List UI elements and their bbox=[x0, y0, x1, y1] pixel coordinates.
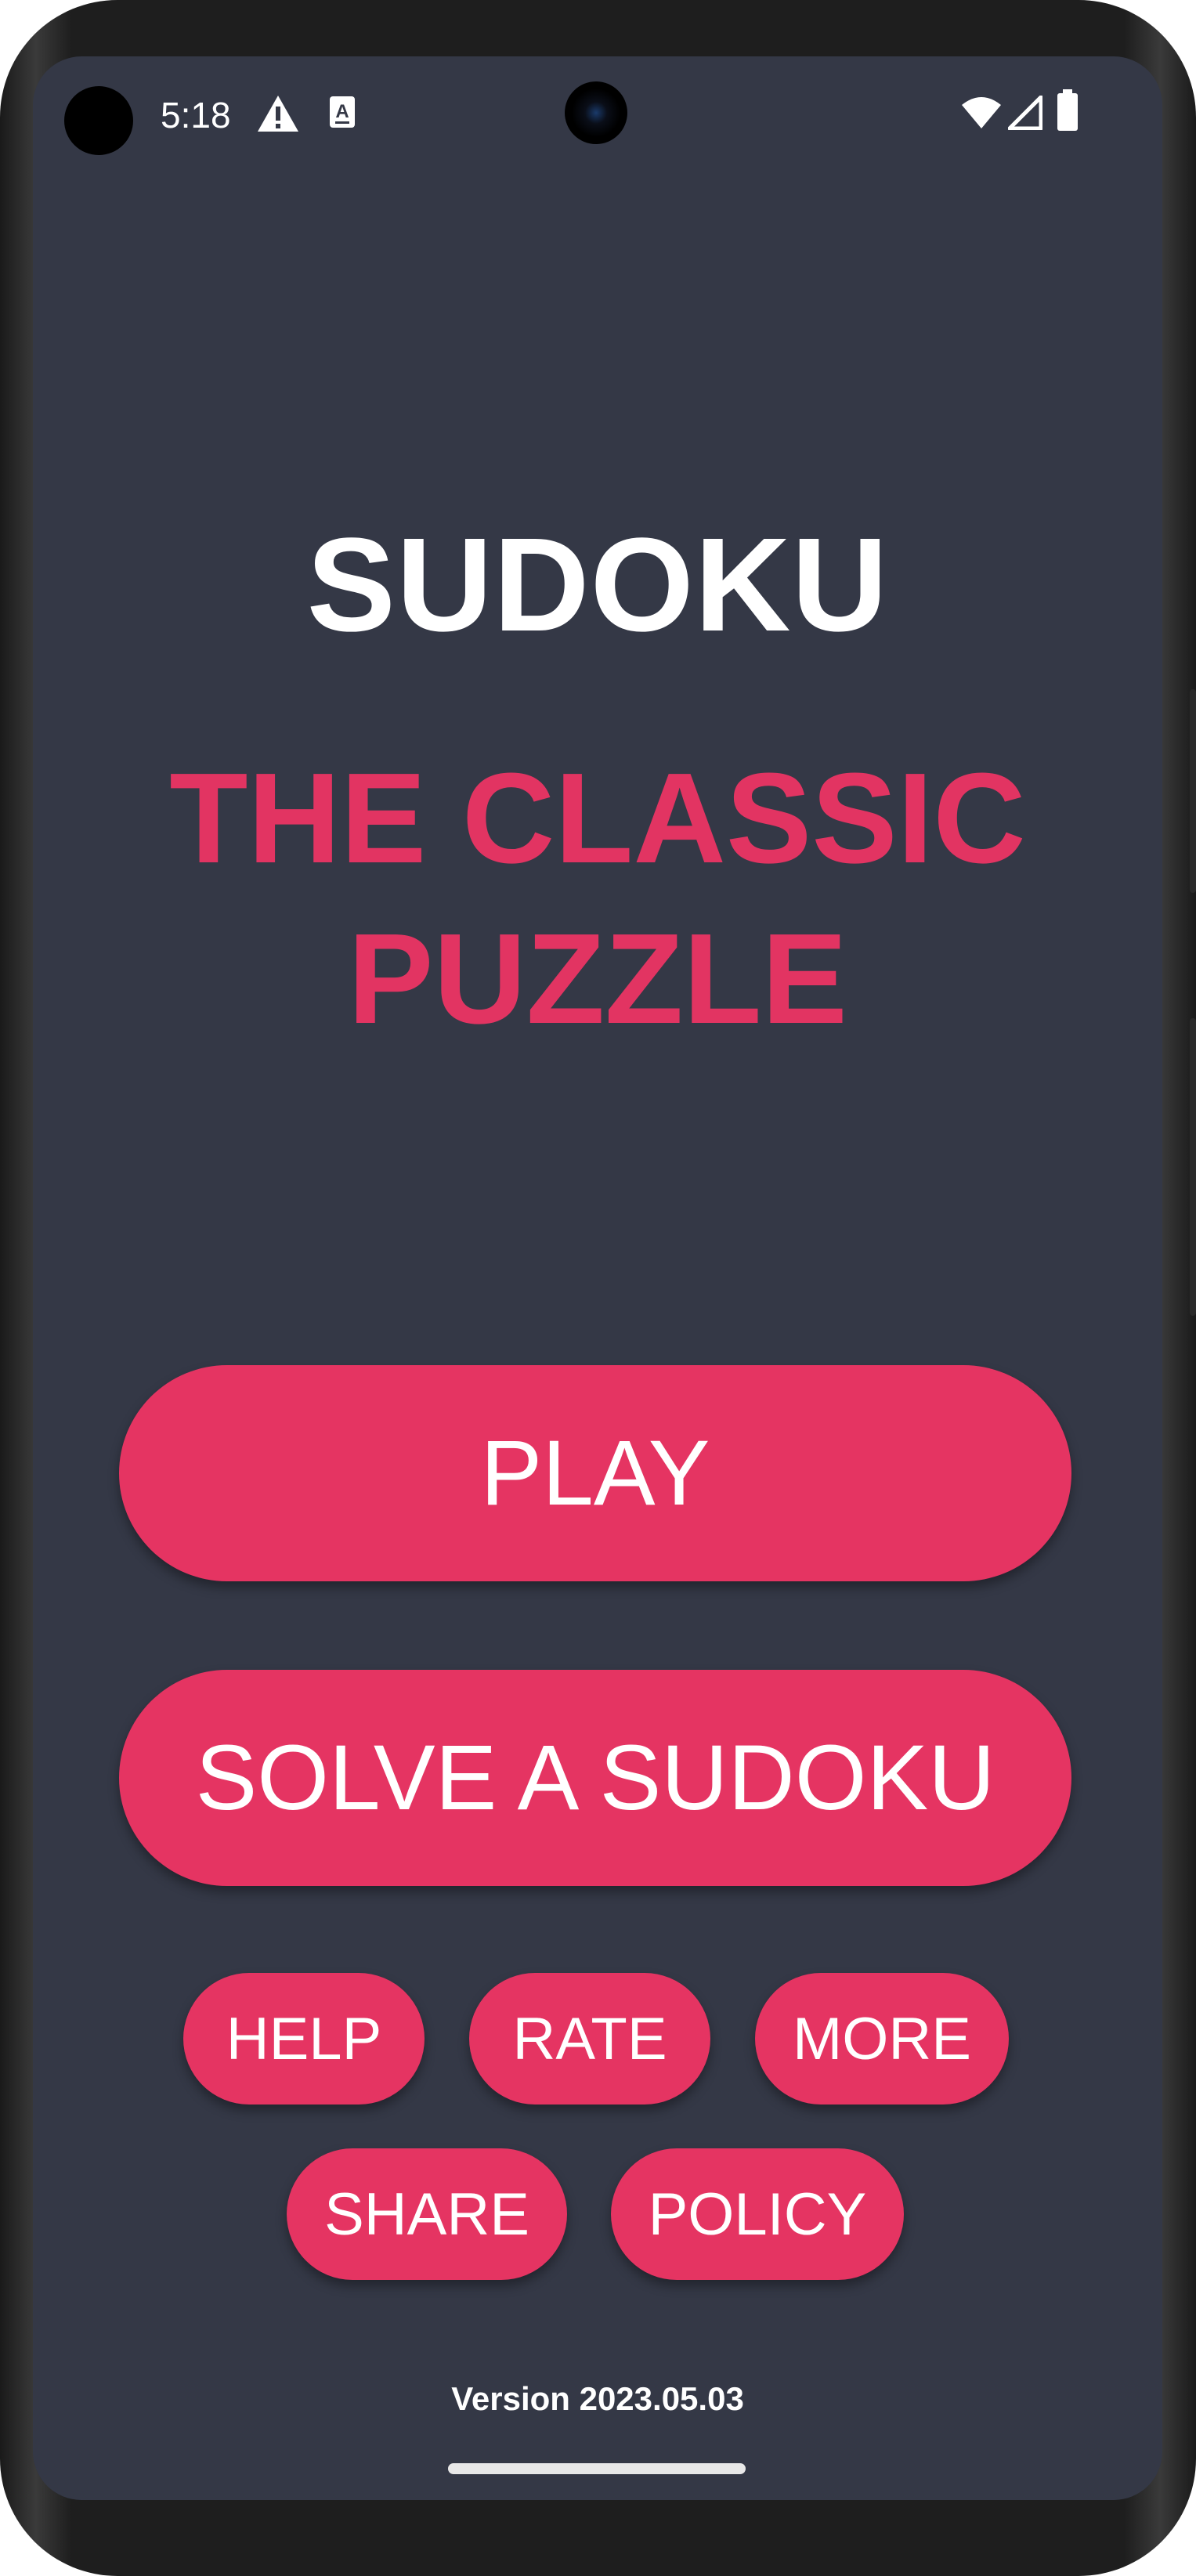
front-camera bbox=[565, 81, 627, 144]
svg-text:A: A bbox=[335, 101, 349, 122]
text-a-icon: A bbox=[330, 96, 355, 128]
subtitle-line-2: PUZZLE bbox=[348, 907, 847, 1050]
app-subtitle: THE CLASSIC PUZZLE bbox=[33, 738, 1162, 1059]
rate-button[interactable]: RATE bbox=[469, 1973, 710, 2105]
share-button[interactable]: SHARE bbox=[287, 2148, 567, 2280]
power-button bbox=[1190, 689, 1196, 893]
status-time: 5:18 bbox=[161, 95, 231, 135]
alert-triangle-icon bbox=[258, 96, 298, 132]
app-title: SUDOKU bbox=[306, 511, 889, 659]
help-button[interactable]: HELP bbox=[183, 1973, 425, 2105]
app-screen: 5:18 A SUDOKU THE CLASSIC PUZZLE PLAY SO… bbox=[33, 56, 1162, 2500]
battery-icon bbox=[1057, 89, 1078, 131]
play-button[interactable]: PLAY bbox=[119, 1365, 1071, 1581]
gesture-nav-handle[interactable] bbox=[448, 2463, 746, 2474]
subtitle-line-1: THE CLASSIC bbox=[169, 746, 1026, 890]
wifi-icon bbox=[962, 97, 1001, 128]
version-label: Version 2023.05.03 bbox=[451, 2380, 744, 2417]
signal-icon bbox=[1008, 96, 1042, 130]
notification-dot bbox=[64, 86, 133, 155]
policy-button[interactable]: POLICY bbox=[611, 2148, 904, 2280]
more-button[interactable]: MORE bbox=[755, 1973, 1009, 2105]
phone-frame: 5:18 A SUDOKU THE CLASSIC PUZZLE PLAY SO… bbox=[0, 0, 1196, 2576]
solve-sudoku-button[interactable]: SOLVE A SUDOKU bbox=[119, 1670, 1071, 1886]
volume-button bbox=[1190, 1018, 1196, 1316]
